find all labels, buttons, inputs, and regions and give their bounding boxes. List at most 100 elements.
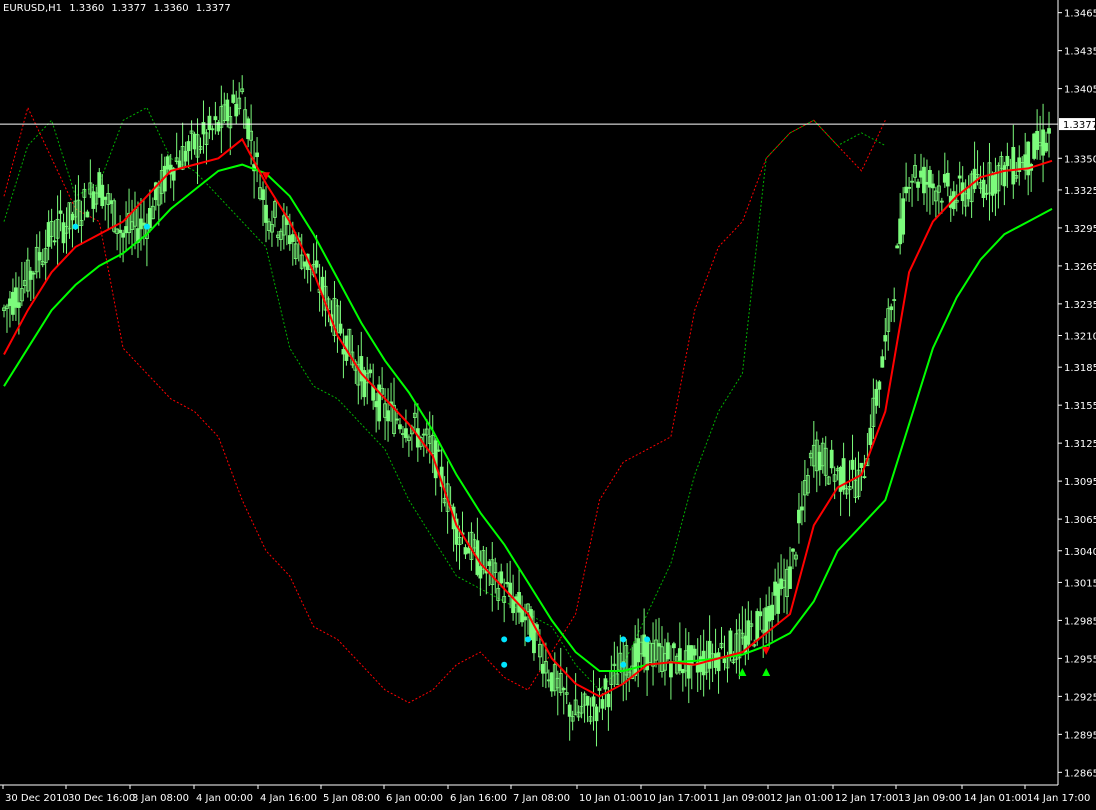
- candle-body: [716, 652, 721, 672]
- candle-body: [850, 459, 855, 470]
- signal-dot: [72, 223, 79, 230]
- candle-body: [898, 218, 903, 245]
- candle-body: [746, 620, 751, 645]
- candle-body: [1002, 165, 1007, 187]
- candle-body: [669, 661, 673, 678]
- candle-body: [707, 640, 712, 669]
- candle-body: [109, 200, 114, 205]
- candle-body: [124, 226, 128, 234]
- candle-body: [529, 609, 533, 641]
- candle-body: [183, 150, 188, 162]
- candle-body: [404, 428, 408, 438]
- candle-body: [1047, 128, 1051, 134]
- candle-body: [984, 192, 989, 195]
- candle-body: [993, 172, 998, 194]
- candle-body: [877, 381, 882, 390]
- candle-body: [1005, 155, 1010, 167]
- candle-body: [916, 181, 920, 188]
- candle-body: [880, 356, 885, 368]
- y-tick-label: 1.3235: [1064, 300, 1096, 311]
- candle-body: [779, 578, 783, 589]
- y-tick-label: 1.3325: [1064, 186, 1096, 197]
- candle-body: [603, 678, 608, 690]
- candle-body: [118, 229, 123, 233]
- candle-body: [680, 668, 685, 674]
- x-tick-label: 6 Jan 00:00: [386, 793, 443, 804]
- candle-body: [8, 298, 12, 307]
- candle-body: [883, 335, 888, 342]
- candle-body: [186, 141, 191, 152]
- signal-dot: [644, 636, 651, 643]
- x-tick-label: 7 Jan 08:00: [513, 793, 570, 804]
- candle-body: [11, 291, 15, 315]
- candle-body: [895, 245, 900, 249]
- close-value: 1.3377: [195, 3, 231, 14]
- candle-body: [302, 261, 307, 267]
- x-tick-label: 30 Dec 2010: [5, 793, 69, 804]
- candle-body: [901, 198, 906, 235]
- candle-body: [677, 648, 682, 671]
- candle-body: [919, 170, 923, 178]
- y-tick-label: 1.3210: [1064, 332, 1096, 343]
- candle-body: [773, 581, 778, 596]
- candle-body: [28, 270, 33, 280]
- candle-body: [231, 94, 236, 103]
- candle-body: [907, 187, 911, 189]
- candle-body: [91, 191, 96, 209]
- y-tick-label: 1.3350: [1064, 154, 1096, 165]
- x-tick-label: 12 Jan 17:00: [835, 793, 898, 804]
- y-tick-label: 1.3065: [1064, 515, 1096, 526]
- signal-dot: [620, 661, 627, 668]
- y-tick-label: 1.3040: [1064, 547, 1096, 558]
- signal-dot: [501, 661, 508, 668]
- candle-body: [597, 688, 602, 691]
- x-tick-label: 30 Dec 16:00: [68, 793, 135, 804]
- chart-header: EURUSD,H1 1.3360 1.3377 1.3360 1.3377: [3, 3, 235, 14]
- candle-body: [287, 235, 292, 245]
- candle-body: [942, 174, 947, 183]
- candle-body: [817, 451, 822, 471]
- current-price-label: 1.3377: [1063, 120, 1096, 131]
- candle-body: [666, 642, 670, 660]
- y-tick-label: 1.3435: [1064, 47, 1096, 58]
- candle-body: [505, 581, 510, 585]
- candle-body: [755, 611, 760, 641]
- candle-body: [764, 607, 769, 634]
- y-tick-label: 1.3015: [1064, 578, 1096, 589]
- candle-body: [600, 699, 605, 709]
- candle-body: [972, 168, 977, 190]
- candle-body: [966, 188, 971, 200]
- candle-body: [585, 696, 590, 706]
- candle-body: [862, 476, 867, 479]
- y-tick-label: 1.2955: [1064, 654, 1096, 665]
- symbol-label: EURUSD,H1: [3, 3, 63, 14]
- x-tick-label: 3 Jan 08:00: [132, 793, 189, 804]
- x-tick-label: 13 Jan 09:00: [898, 793, 961, 804]
- candle-body: [990, 175, 995, 196]
- candle-body: [922, 166, 926, 194]
- candle-body: [85, 211, 90, 218]
- candle-body: [374, 401, 379, 408]
- candle-body: [713, 653, 718, 668]
- candle-body: [722, 658, 727, 664]
- x-tick-label: 10 Jan 17:00: [643, 793, 706, 804]
- candle-body: [395, 418, 399, 421]
- candle-body: [70, 213, 75, 221]
- candle-body: [234, 103, 239, 117]
- candle-body: [567, 704, 572, 717]
- candle-body: [255, 152, 259, 158]
- candle-body: [290, 234, 295, 242]
- candle-body: [46, 222, 51, 247]
- signal-dot: [620, 636, 627, 643]
- candle-body: [633, 643, 638, 676]
- candle-body: [925, 181, 929, 185]
- candle-body: [728, 630, 733, 658]
- candle-body: [97, 172, 102, 198]
- open-value: 1.3360: [69, 3, 105, 14]
- candle-body: [758, 611, 763, 617]
- y-tick-label: 1.2865: [1064, 768, 1096, 779]
- signal-dot: [525, 636, 531, 643]
- candle-body: [791, 548, 795, 552]
- candle-body: [776, 583, 780, 614]
- candle-body: [314, 260, 319, 268]
